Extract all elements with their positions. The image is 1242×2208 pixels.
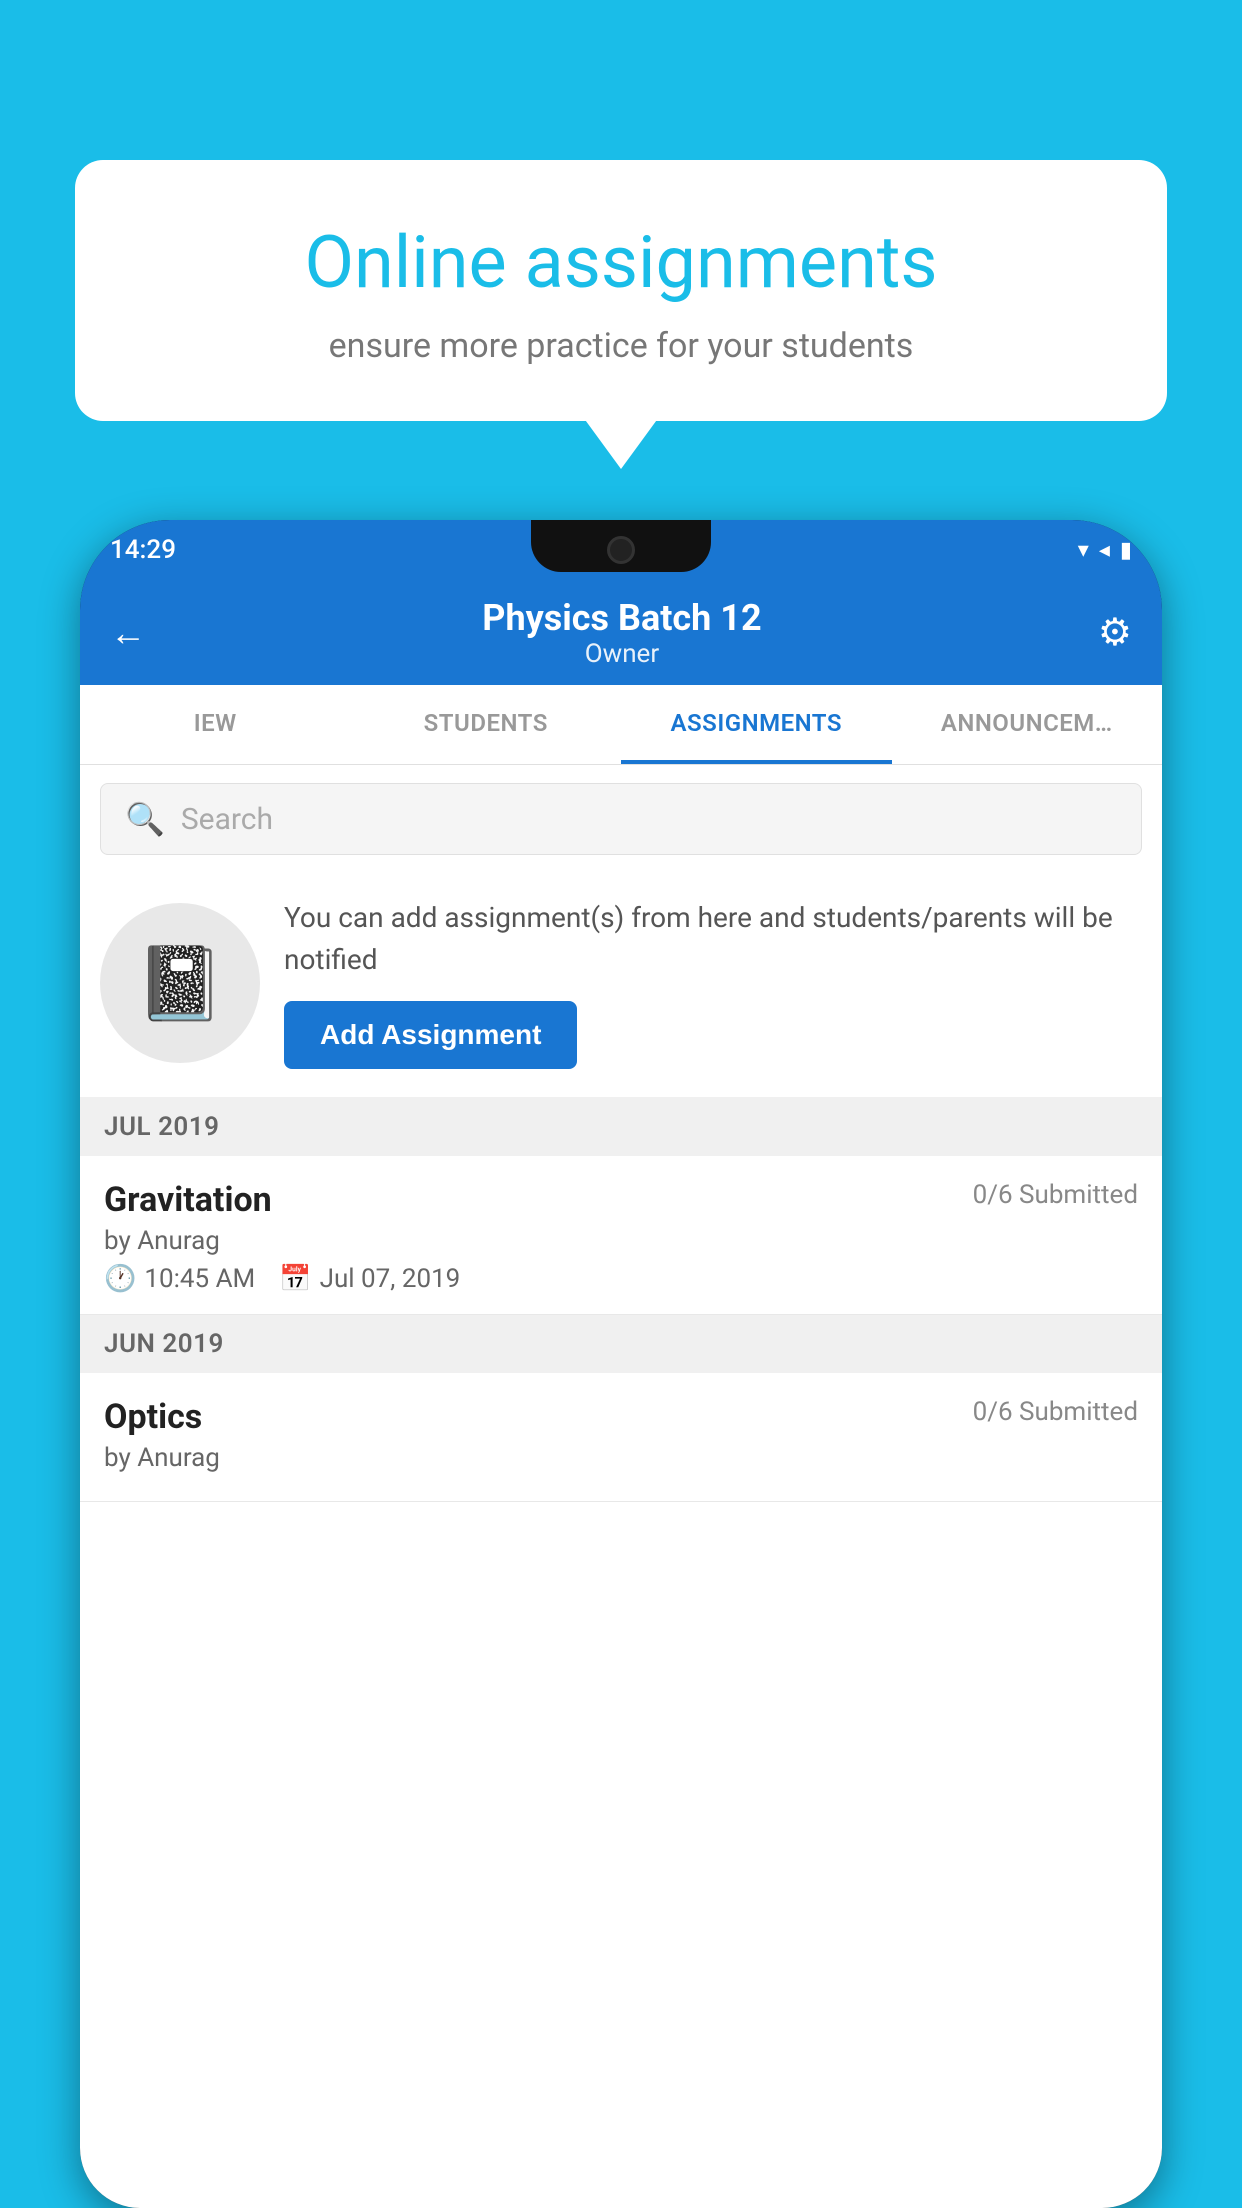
section-header-jun: JUN 2019 (80, 1315, 1162, 1373)
promo-description: You can add assignment(s) from here and … (284, 897, 1142, 981)
tab-assignments[interactable]: ASSIGNMENTS (621, 685, 892, 764)
bubble-subtitle: ensure more practice for your students (145, 326, 1097, 366)
battery-icon: ▮ (1120, 538, 1132, 563)
signal-icon: ◂ (1099, 538, 1110, 563)
assignment-illustration: 📓 (100, 903, 260, 1063)
promo-block: 📓 You can add assignment(s) from here an… (80, 873, 1162, 1098)
tab-bar: IEW STUDENTS ASSIGNMENTS ANNOUNCEM… (80, 685, 1162, 765)
assignment-name-optics: Optics (104, 1397, 202, 1437)
promo-text-area: You can add assignment(s) from here and … (284, 897, 1142, 1069)
header-title: Physics Batch 12 (146, 597, 1098, 639)
search-placeholder: Search (181, 802, 273, 837)
assignment-meta-gravitation: 🕐 10:45 AM 📅 Jul 07, 2019 (104, 1264, 1138, 1294)
status-icons: ▾ ◂ ▮ (1078, 538, 1132, 563)
assignment-item-optics[interactable]: Optics 0/6 Submitted by Anurag (80, 1373, 1162, 1502)
tab-students[interactable]: STUDENTS (351, 685, 622, 764)
assignment-author-optics: by Anurag (104, 1443, 1138, 1473)
wifi-icon: ▾ (1078, 538, 1089, 563)
assignment-date-value: Jul 07, 2019 (320, 1264, 461, 1294)
search-bar[interactable]: 🔍 Search (100, 783, 1142, 855)
speech-bubble-container: Online assignments ensure more practice … (75, 160, 1167, 421)
header-title-group: Physics Batch 12 Owner (146, 597, 1098, 669)
back-button[interactable]: ← (110, 612, 146, 654)
app-header: ← Physics Batch 12 Owner ⚙ (80, 580, 1162, 685)
tab-announcements[interactable]: ANNOUNCEM… (892, 685, 1163, 764)
assignment-time: 🕐 10:45 AM (104, 1264, 255, 1294)
camera-icon (607, 536, 635, 564)
assignment-author-gravitation: by Anurag (104, 1226, 1138, 1256)
tab-overview[interactable]: IEW (80, 685, 351, 764)
section-header-jul: JUL 2019 (80, 1098, 1162, 1156)
phone-content: 🔍 Search 📓 You can add assignment(s) fro… (80, 765, 1162, 2208)
assignment-submitted-gravitation: 0/6 Submitted (973, 1180, 1138, 1210)
calendar-icon: 📅 (279, 1264, 311, 1294)
assignment-time-value: 10:45 AM (144, 1264, 255, 1294)
phone-frame: 14:29 ▾ ◂ ▮ ← Physics Batch 12 Owner ⚙ I… (80, 520, 1162, 2208)
notebook-icon: 📓 (135, 941, 225, 1026)
status-time: 14:29 (110, 535, 176, 565)
speech-bubble: Online assignments ensure more practice … (75, 160, 1167, 421)
assignment-date: 📅 Jul 07, 2019 (279, 1264, 460, 1294)
clock-icon: 🕐 (104, 1264, 136, 1294)
settings-icon[interactable]: ⚙ (1098, 610, 1132, 655)
add-assignment-button[interactable]: Add Assignment (284, 1001, 577, 1069)
bubble-title: Online assignments (145, 220, 1097, 306)
header-subtitle: Owner (146, 639, 1098, 669)
assignment-item-gravitation[interactable]: Gravitation 0/6 Submitted by Anurag 🕐 10… (80, 1156, 1162, 1315)
assignment-submitted-optics: 0/6 Submitted (973, 1397, 1138, 1427)
assignment-name-gravitation: Gravitation (104, 1180, 272, 1220)
phone-notch (531, 520, 711, 572)
search-icon: 🔍 (125, 800, 165, 838)
